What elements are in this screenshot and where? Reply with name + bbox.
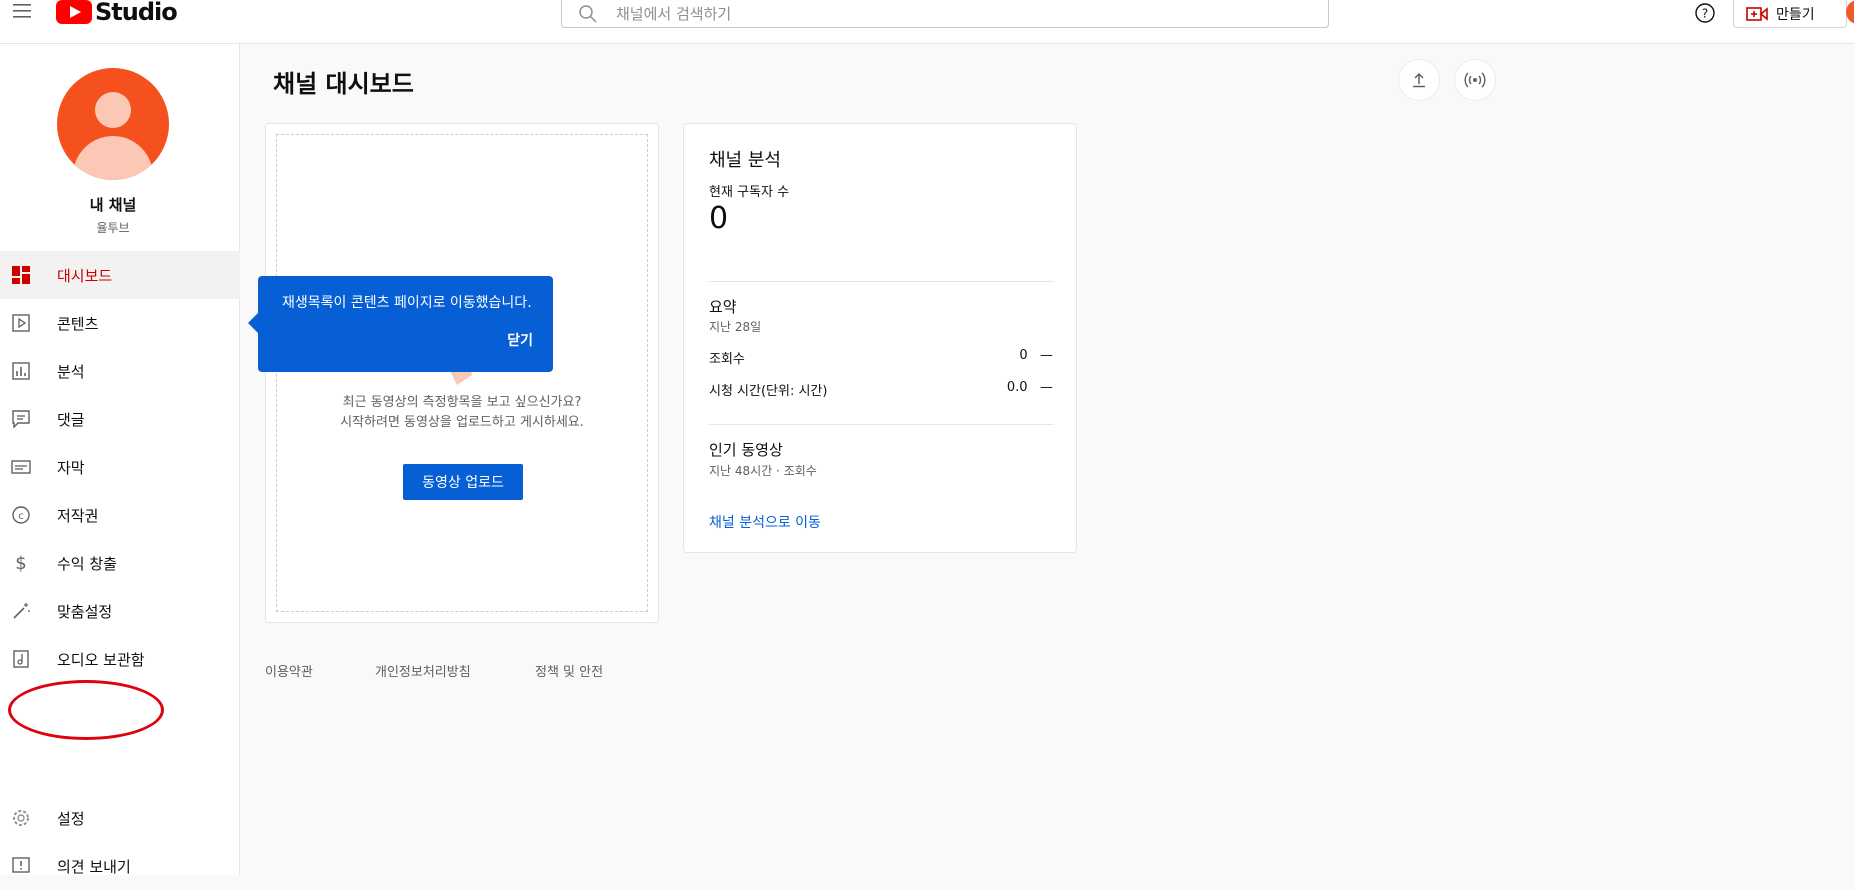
summary-period: 지난 28일 — [709, 320, 762, 334]
sidebar-item-label: 분석 — [57, 362, 85, 381]
footer-policy-link[interactable]: 정책 및 안전 — [535, 661, 603, 680]
sidebar-item-label: 자막 — [57, 458, 85, 477]
sidebar-item-feedback[interactable]: 의견 보내기 — [0, 842, 240, 890]
sidebar-item-label: 저작권 — [57, 506, 99, 525]
tooltip-close-button[interactable]: 닫기 — [507, 330, 533, 350]
red-annotation-circle — [8, 680, 164, 740]
watch-time-label: 시청 시간(단위: 시간) — [709, 384, 828, 399]
account-avatar[interactable] — [1846, 0, 1854, 24]
sidebar-item-analytics[interactable]: 분석 — [0, 347, 240, 395]
magic-wand-icon — [13, 603, 30, 619]
go-live-button[interactable] — [1455, 60, 1495, 100]
sidebar-item-label: 대시보드 — [57, 266, 113, 285]
upload-prompt-line2: 시작하려면 동영상을 업로드하고 게시하세요. — [340, 415, 584, 430]
footer-terms-link[interactable]: 이용약관 — [265, 661, 313, 680]
top-bar: Studio ? 만들기 — [0, 0, 1854, 44]
studio-logo[interactable]: Studio — [56, 0, 178, 26]
logo-text: Studio — [95, 0, 178, 26]
feedback-icon — [12, 857, 30, 873]
svg-text:?: ? — [1702, 7, 1708, 21]
page-title: 채널 대시보드 — [273, 70, 414, 98]
avatar-body-shape — [73, 136, 153, 180]
summary-title: 요약 — [709, 298, 737, 316]
views-row: 조회수 0 — — [709, 348, 1053, 367]
sidebar-item-label: 콘텐츠 — [57, 314, 99, 333]
audio-library-icon — [13, 650, 29, 668]
go-to-analytics-link[interactable]: 채널 분석으로 이동 — [709, 512, 821, 532]
upload-button[interactable] — [1399, 60, 1439, 100]
hamburger-menu-icon[interactable] — [12, 2, 32, 20]
subscribers-label: 현재 구독자 수 — [709, 185, 790, 200]
views-label: 조회수 — [709, 352, 745, 367]
youtube-play-icon — [56, 0, 92, 24]
upload-video-button[interactable]: 동영상 업로드 — [403, 464, 523, 500]
divider — [709, 424, 1053, 425]
sidebar-item-label: 설정 — [57, 809, 85, 828]
upload-icon — [1413, 72, 1425, 88]
create-button[interactable]: 만들기 — [1733, 0, 1847, 28]
upload-video-card: 최근 동영상의 측정항목을 보고 싶으신가요? 시작하려면 동영상을 업로드하고… — [265, 123, 659, 623]
svg-text:$: $ — [15, 553, 26, 574]
top-videos-subtitle: 지난 48시간 · 조회수 — [709, 464, 817, 478]
views-value: 0 — — [1019, 348, 1053, 363]
playlist-moved-tooltip: 재생목록이 콘텐츠 페이지로 이동했습니다. 닫기 — [248, 276, 553, 372]
sidebar-item-label: 의견 보내기 — [57, 857, 131, 876]
sidebar-item-content[interactable]: 콘텐츠 — [0, 299, 240, 347]
create-video-icon — [1746, 6, 1768, 21]
channel-avatar[interactable] — [57, 68, 169, 180]
search-bar[interactable] — [561, 0, 1329, 28]
comments-icon — [12, 410, 30, 429]
channel-analytics-card: 채널 분석 현재 구독자 수 0 요약 지난 28일 조회수 0 — 시청 시간… — [683, 123, 1077, 553]
analytics-title: 채널 분석 — [709, 150, 781, 171]
sidebar-item-audio-library[interactable]: 오디오 보관함 — [0, 635, 240, 683]
sidebar-item-subtitles[interactable]: 자막 — [0, 443, 240, 491]
upload-dropzone: 최근 동영상의 측정항목을 보고 싶으신가요? 시작하려면 동영상을 업로드하고… — [276, 134, 648, 612]
search-input[interactable] — [616, 4, 1328, 23]
create-button-label: 만들기 — [1776, 6, 1815, 23]
search-icon — [579, 4, 597, 23]
subtitles-icon — [11, 460, 31, 474]
sidebar: 내 채널 율투브 대시보드 콘텐츠 분석 댓글 자막 c 저작권 $ 수익 창출… — [0, 44, 240, 876]
watch-time-row: 시청 시간(단위: 시간) 0.0 — — [709, 380, 1053, 399]
dashboard-icon — [12, 266, 30, 284]
avatar-head-shape — [95, 92, 131, 128]
sidebar-item-settings[interactable]: 설정 — [0, 794, 240, 842]
subscribers-count: 0 — [709, 201, 729, 236]
analytics-icon — [12, 362, 30, 380]
sidebar-item-label: 댓글 — [57, 410, 85, 429]
gear-icon — [13, 810, 29, 826]
top-videos-title: 인기 동영상 — [709, 441, 783, 459]
content-icon — [12, 314, 30, 332]
svg-text:c: c — [18, 511, 24, 522]
copyright-icon: c — [12, 506, 30, 524]
sidebar-item-monetization[interactable]: $ 수익 창출 — [0, 539, 240, 587]
sidebar-item-comments[interactable]: 댓글 — [0, 395, 240, 443]
watch-time-value: 0.0 — — [1006, 380, 1053, 395]
sidebar-item-label: 오디오 보관함 — [57, 650, 145, 669]
help-icon[interactable]: ? — [1694, 2, 1716, 24]
sidebar-item-customization[interactable]: 맞춤설정 — [0, 587, 240, 635]
tooltip-message: 재생목록이 콘텐츠 페이지로 이동했습니다. — [282, 295, 532, 311]
sidebar-item-label: 맞춤설정 — [57, 602, 113, 621]
divider — [709, 281, 1053, 282]
upload-prompt-line1: 최근 동영상의 측정항목을 보고 싶으신가요? — [342, 395, 582, 410]
sidebar-item-label: 수익 창출 — [57, 554, 117, 573]
footer-privacy-link[interactable]: 개인정보처리방침 — [375, 661, 471, 680]
channel-handle: 율투브 — [96, 221, 130, 235]
live-broadcast-icon — [1464, 72, 1486, 88]
sidebar-item-dashboard[interactable]: 대시보드 — [0, 251, 240, 299]
sidebar-item-copyright[interactable]: c 저작권 — [0, 491, 240, 539]
channel-name: 내 채널 — [89, 196, 137, 214]
dollar-icon: $ — [15, 553, 26, 574]
